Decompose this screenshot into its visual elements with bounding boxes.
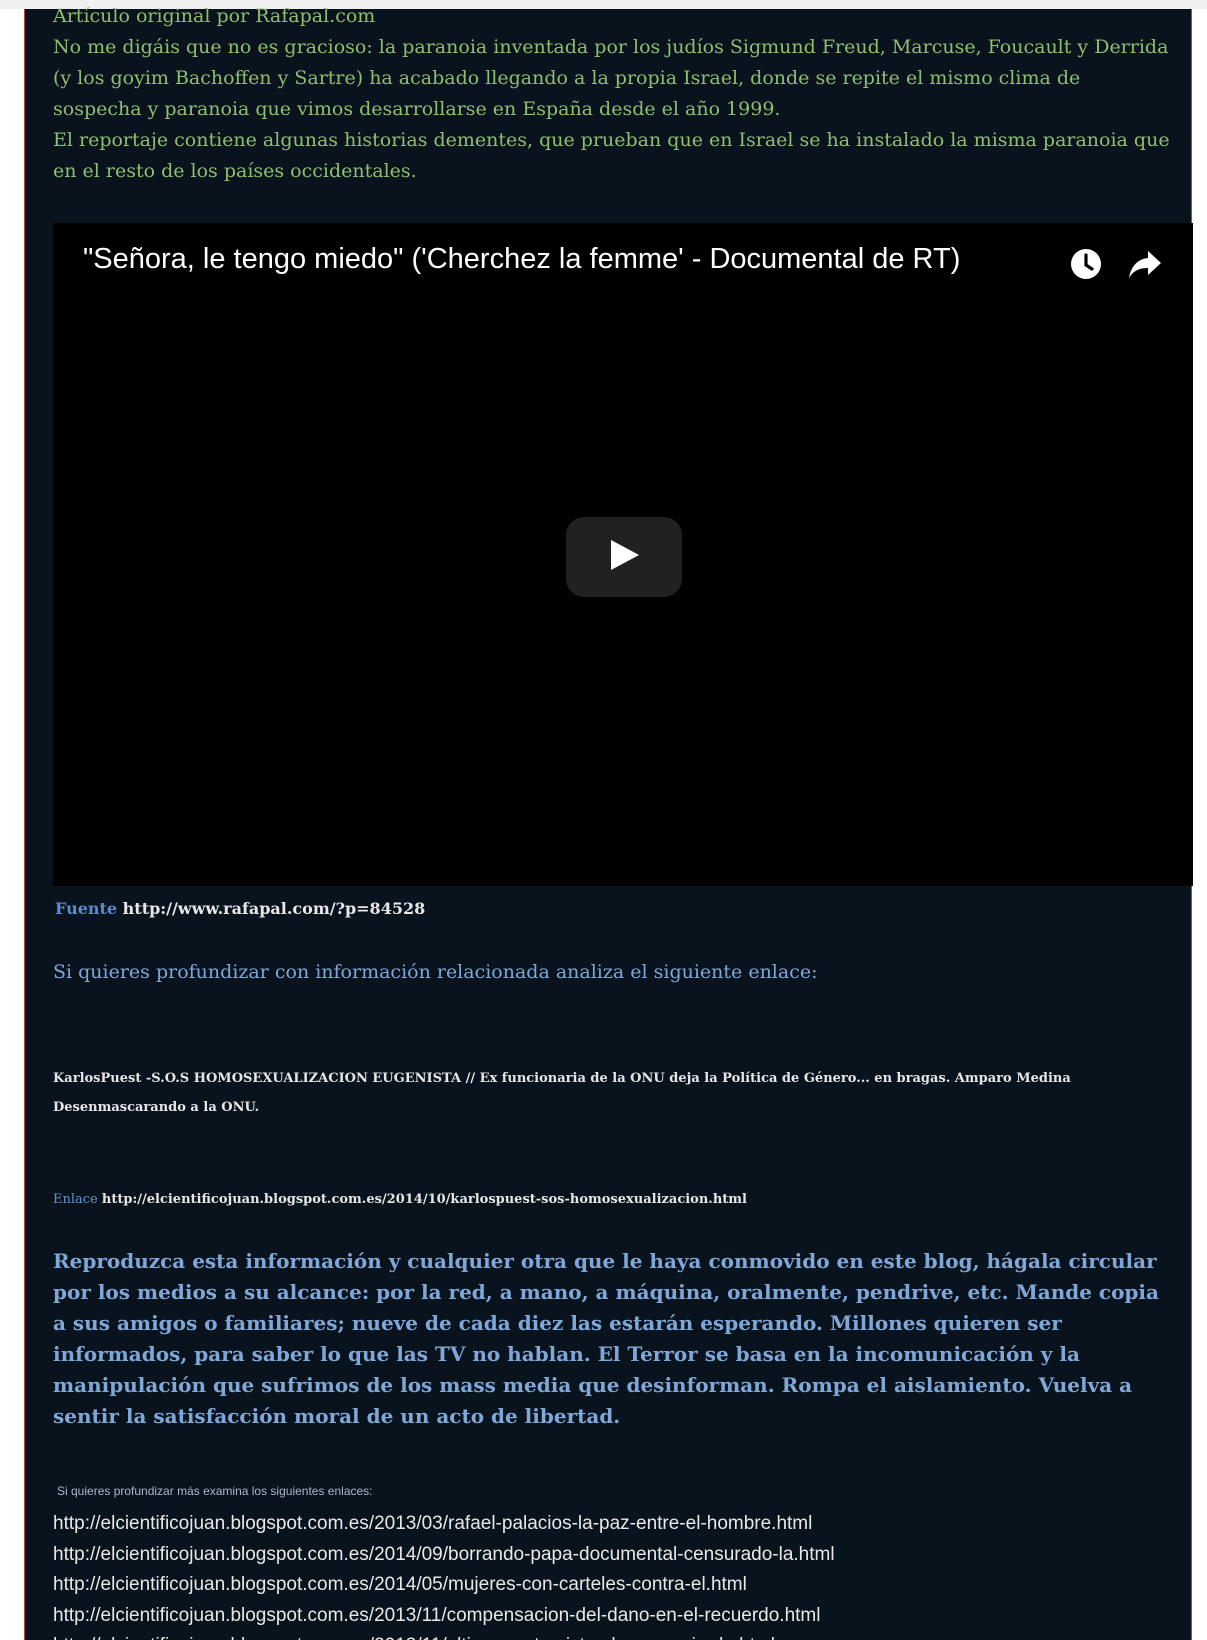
- page: Artículo original por Rafapal.com No me …: [0, 0, 1207, 1640]
- clock-icon[interactable]: [1069, 247, 1103, 286]
- more-link-3[interactable]: http://elcientificojuan.blogspot.com.es/…: [53, 1570, 1183, 1601]
- source-line: Fuente http://www.rafapal.com/?p=84528: [55, 899, 425, 918]
- play-button[interactable]: [566, 517, 682, 597]
- more-links-list: http://elcientificojuan.blogspot.com.es/…: [53, 1509, 1183, 1640]
- more-link-5[interactable]: http://elcientificojuan.blogspot.com.es/…: [53, 1631, 1183, 1640]
- article-intro: Artículo original por Rafapal.com No me …: [53, 5, 1185, 187]
- related-article-title: KarlosPuest -S.O.S HOMOSEXUALIZACION EUG…: [53, 1071, 1071, 1115]
- related-link[interactable]: http://elcientificojuan.blogspot.com.es/…: [102, 1192, 747, 1207]
- intro-paragraph-1: No me digáis que no es gracioso: la para…: [53, 36, 1169, 120]
- more-link-2[interactable]: http://elcientificojuan.blogspot.com.es/…: [53, 1540, 1183, 1571]
- related-link-label: Enlace: [53, 1192, 98, 1207]
- source-label: Fuente: [55, 899, 118, 918]
- origin-line: Artículo original por Rafapal.com: [53, 5, 376, 27]
- intro-paragraphs: Artículo original por Rafapal.com No me …: [53, 1, 1173, 187]
- more-link-4[interactable]: http://elcientificojuan.blogspot.com.es/…: [53, 1601, 1183, 1632]
- share-icon[interactable]: [1127, 247, 1163, 286]
- video-actions: [1069, 247, 1163, 286]
- more-link-1[interactable]: http://elcientificojuan.blogspot.com.es/…: [53, 1509, 1183, 1540]
- video-title[interactable]: "Señora, le tengo miedo" ('Cherchez la f…: [83, 243, 960, 276]
- video-player[interactable]: "Señora, le tengo miedo" ('Cherchez la f…: [53, 223, 1193, 886]
- intro-paragraph-2: El reportaje contiene algunas historias …: [53, 129, 1170, 182]
- more-links-intro: Si quieres profundizar más examina los s…: [57, 1484, 373, 1498]
- blog-post: Artículo original por Rafapal.com No me …: [24, 5, 1193, 1640]
- call-to-action: Reproduzca esta información y cualquier …: [53, 1249, 1159, 1428]
- related-link-line: Enlace http://elcientificojuan.blogspot.…: [53, 1192, 747, 1207]
- related-intro: Si quieres profundizar con información r…: [53, 961, 818, 983]
- play-icon: [607, 538, 641, 577]
- source-link[interactable]: http://www.rafapal.com/?p=84528: [123, 899, 426, 918]
